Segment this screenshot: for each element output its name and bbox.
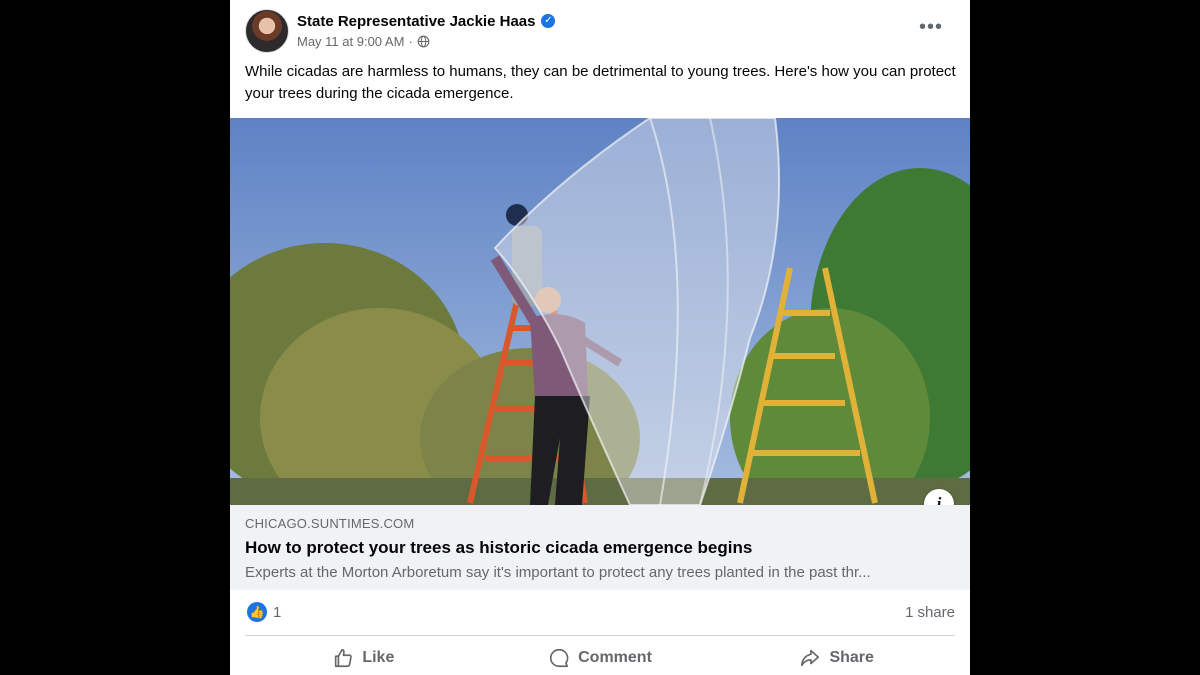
author-name[interactable]: State Representative Jackie Haas: [297, 13, 535, 30]
share-count-word: share: [917, 604, 955, 621]
share-button[interactable]: Share: [718, 640, 955, 675]
share-count-number: 1: [905, 604, 914, 621]
share-label: Share: [829, 648, 874, 666]
link-preview-card[interactable]: CHICAGO.SUNTIMES.COM How to protect your…: [230, 505, 970, 590]
link-preview-image[interactable]: [230, 118, 970, 505]
meta-separator: ·: [408, 34, 413, 49]
globe-icon: [417, 35, 430, 48]
like-reaction-icon[interactable]: 👍: [247, 602, 267, 622]
share-arrow-icon: [801, 649, 820, 666]
post-meta: May 11 at 9:00 AM ·: [297, 34, 430, 49]
post-timestamp[interactable]: May 11 at 9:00 AM: [297, 34, 404, 49]
more-options-icon[interactable]: •••: [919, 17, 943, 37]
post-caption: While cicadas are harmless to humans, th…: [245, 63, 956, 102]
post-header: State Representative Jackie Haas ✓ May 1…: [245, 9, 955, 55]
reaction-count[interactable]: 1: [273, 604, 281, 621]
divider: [245, 635, 955, 636]
reactions-bar: 👍 1 1 share: [245, 600, 955, 626]
link-description: Experts at the Morton Arboretum say it's…: [245, 564, 871, 581]
author-avatar[interactable]: [245, 9, 289, 53]
comment-label: Comment: [578, 648, 652, 666]
author-row: State Representative Jackie Haas ✓: [297, 11, 556, 31]
share-count[interactable]: 1 share: [905, 604, 955, 621]
facebook-post: State Representative Jackie Haas ✓ May 1…: [230, 0, 970, 675]
like-button[interactable]: Like: [245, 640, 482, 675]
thumbs-up-icon: [335, 648, 353, 667]
verified-badge-icon: ✓: [541, 14, 556, 28]
comment-button[interactable]: Comment: [482, 640, 719, 675]
link-domain: CHICAGO.SUNTIMES.COM: [245, 516, 415, 531]
like-label: Like: [362, 648, 395, 666]
action-bar: Like Comment Share: [245, 640, 955, 675]
cicada-netting-photo: [230, 118, 970, 505]
link-title[interactable]: How to protect your trees as historic ci…: [245, 538, 752, 558]
comment-icon: [550, 648, 569, 667]
